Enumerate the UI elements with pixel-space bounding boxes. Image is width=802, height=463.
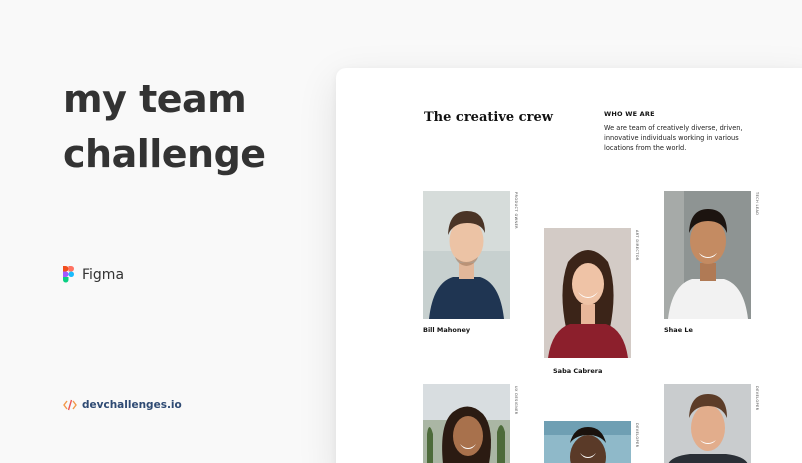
member-photo-6 — [664, 384, 751, 463]
member-photo-4 — [423, 384, 510, 463]
member-role: DEVELOPER — [635, 423, 639, 448]
code-brackets-icon — [63, 399, 77, 411]
brand-link[interactable]: devchallenges.io — [63, 399, 182, 411]
figma-icon — [63, 266, 74, 283]
member-name: Saba Cabrera — [553, 367, 603, 375]
member-role: DEVELOPER — [755, 386, 759, 411]
member-photo-5 — [544, 421, 631, 463]
member-photo-shae — [664, 191, 751, 319]
who-we-are-heading: WHO WE ARE — [604, 110, 655, 118]
card-title: The creative crew — [424, 110, 553, 125]
page-title: my team challenge — [63, 72, 266, 182]
member-name: Shae Le — [664, 326, 693, 334]
preview-card: The creative crew WHO WE ARE We are team… — [336, 68, 802, 463]
member-photo-bill — [423, 191, 510, 319]
member-role: TECH LEAD — [755, 192, 759, 216]
tool-row: Figma — [63, 266, 124, 283]
member-photo-saba — [544, 228, 631, 358]
who-we-are-text: We are team of creatively diverse, drive… — [604, 124, 743, 152]
member-name: Bill Mahoney — [423, 326, 471, 334]
member-role: UX DESIGNER — [514, 386, 518, 415]
member-role: ART DIRECTOR — [635, 230, 639, 261]
title-line-1: my team — [63, 77, 247, 121]
member-role: PRODUCT OWNER — [514, 192, 518, 229]
tool-label: Figma — [82, 266, 125, 283]
brand-label: devchallenges.io — [82, 399, 182, 411]
title-line-2: challenge — [63, 132, 266, 176]
